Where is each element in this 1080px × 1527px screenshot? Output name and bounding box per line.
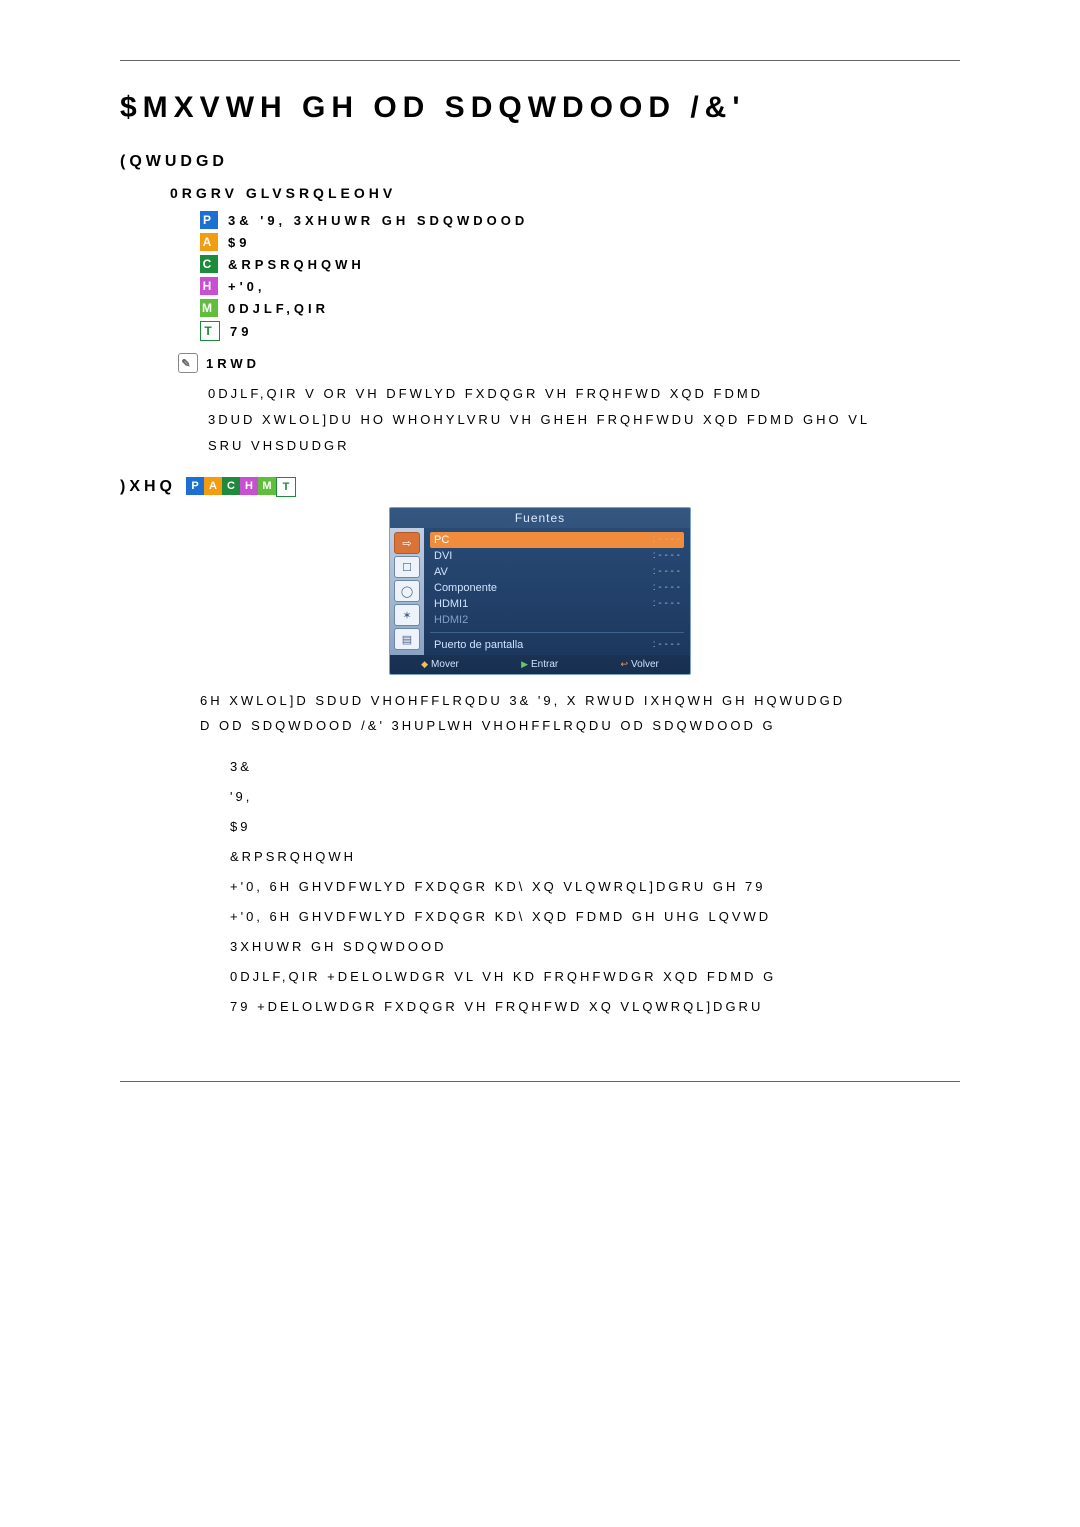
num-item-5: +'0, 6H GHVDFWLYD FXDQGR KD\ XQ VLQWRQL]… [230, 872, 960, 902]
badge-p-icon: P [186, 477, 204, 495]
osd-row-value: : - - - - [653, 550, 680, 562]
osd-row-label: Componente [434, 582, 497, 594]
note-line-1: 0DJLF,QIR V OR VH DFWLYD FXDQGR VH FRQHF… [208, 381, 960, 407]
osd-row: HDMI1 : - - - - [430, 596, 684, 612]
osd-tab-icon: ◯ [394, 580, 420, 602]
osd-body: ⇨ ☐ ◯ ✶ ▤ PC : - - - - DVI : - - - - [390, 528, 690, 655]
osd-panel: Fuentes ⇨ ☐ ◯ ✶ ▤ PC : - - - - DVI [389, 507, 691, 675]
osd-row: PC : - - - - [430, 532, 684, 548]
para1-line1: 6H XWLOL]D SDUD VHOHFFLRQDU 3& '9, X RWU… [200, 689, 960, 714]
num-item-7: 3XHUWR GH SDQWDOOD [230, 932, 960, 962]
mode-row-m: M 0DJLF,QIR [200, 299, 960, 317]
osd-tab-icon: ⇨ [394, 532, 420, 554]
osd-row-label: AV [434, 566, 448, 578]
mode-row-p: P 3& '9, 3XHUWR GH SDQWDOOD [200, 211, 960, 229]
osd-row-value: : - - - - [653, 582, 680, 594]
section-entrada: (QWUDGD [120, 153, 960, 171]
osd-row: Componente : - - - - [430, 580, 684, 596]
note-body: 0DJLF,QIR V OR VH DFWLYD FXDQGR VH FRQHF… [208, 381, 960, 459]
osd-row-label: HDMI1 [434, 598, 468, 610]
badge-t-icon: T [276, 477, 296, 497]
mode-row-c: C &RPSRQHQWH [200, 255, 960, 273]
badge-c-icon: C [200, 255, 218, 273]
mode-row-a: A $9 [200, 233, 960, 251]
osd-tab-icon: ▤ [394, 628, 420, 650]
note-title-row: ✎ 1RWD [178, 353, 960, 373]
rule-bottom [120, 1081, 960, 1082]
badge-p-icon: P [200, 211, 218, 229]
mode-c-label: &RPSRQHQWH [228, 257, 365, 272]
badge-h-icon: H [240, 477, 258, 495]
osd-row-label: PC [434, 534, 449, 546]
mode-row-h: H +'0, [200, 277, 960, 295]
osd-row-value: : - - - - [653, 534, 680, 546]
mode-t-label: 79 [230, 324, 252, 339]
osd-row-label: Puerto de pantalla [434, 639, 523, 651]
osd-footer-mover: Mover [421, 659, 459, 670]
fuente-heading-text: )XHQ [120, 478, 176, 496]
para1-line2: D OD SDQWDOOD /&' 3HUPLWH VHOHFFLRQDU OD… [200, 714, 960, 739]
osd-footer-volver: Volver [621, 659, 659, 670]
paragraph-1: 6H XWLOL]D SDUD VHOHFFLRQDU 3& '9, X RWU… [200, 689, 960, 738]
osd-left-tabs: ⇨ ☐ ◯ ✶ ▤ [390, 528, 424, 655]
mode-m-label: 0DJLF,QIR [228, 301, 329, 316]
osd-row-label: HDMI2 [434, 614, 468, 626]
page-title: $MXVWH GH OD SDQWDOOD /&' [120, 91, 960, 125]
fuente-badges: P A C H M T [186, 477, 296, 497]
badge-m-icon: M [258, 477, 276, 495]
num-item-6: +'0, 6H GHVDFWLYD FXDQGR KD\ XQD FDMD GH… [230, 902, 960, 932]
mode-row-t: T 79 [200, 321, 960, 341]
num-item-1: 3& [230, 752, 960, 782]
osd-title: Fuentes [390, 508, 690, 528]
badge-m-icon: M [200, 299, 218, 317]
osd-row: Puerto de pantalla : - - - - [430, 637, 684, 653]
rule-top [120, 60, 960, 61]
osd-row: AV : - - - - [430, 564, 684, 580]
num-item-2: '9, [230, 782, 960, 812]
badge-h-icon: H [200, 277, 218, 295]
num-item-3: $9 [230, 812, 960, 842]
badge-t-icon: T [200, 321, 220, 341]
osd-row-value: : - - - - [653, 566, 680, 578]
fuente-heading: )XHQ P A C H M T [120, 477, 960, 497]
note-line-2: 3DUD XWLOL]DU HO WHOHYLVRU VH GHEH FRQHF… [208, 407, 960, 433]
modes-list: P 3& '9, 3XHUWR GH SDQWDOOD A $9 C &RPSR… [200, 211, 960, 341]
mode-p-label: 3& '9, 3XHUWR GH SDQWDOOD [228, 213, 528, 228]
note-block: ✎ 1RWD 0DJLF,QIR V OR VH DFWLYD FXDQGR V… [178, 353, 960, 459]
osd-row: HDMI2 [430, 612, 684, 628]
num-item-9: 79 +DELOLWDGR FXDQGR VH FRQHFWD XQ VLQWR… [230, 992, 960, 1022]
numbered-list: 3& '9, $9 &RPSRQHQWH +'0, 6H GHVDFWLYD F… [230, 752, 960, 1021]
osd-footer-entrar: Entrar [521, 659, 558, 670]
mode-a-label: $9 [228, 235, 250, 250]
osd-row-label: DVI [434, 550, 452, 562]
note-line-3: SRU VHSDUDGR [208, 433, 960, 459]
badge-a-icon: A [200, 233, 218, 251]
osd-row-value: : - - - - [653, 598, 680, 610]
badge-a-icon: A [204, 477, 222, 495]
osd-separator [430, 632, 684, 633]
note-title: 1RWD [206, 356, 260, 371]
mode-h-label: +'0, [228, 279, 266, 294]
note-icon: ✎ [178, 353, 198, 373]
document-page: $MXVWH GH OD SDQWDOOD /&' (QWUDGD 0RGRV … [0, 0, 1080, 1122]
section-modos: 0RGRV GLVSRQLEOHV [170, 185, 960, 201]
osd-screenshot: Fuentes ⇨ ☐ ◯ ✶ ▤ PC : - - - - DVI [120, 507, 960, 675]
num-item-8: 0DJLF,QIR +DELOLWDGR VL VH KD FRQHFWDGR … [230, 962, 960, 992]
osd-tab-icon: ☐ [394, 556, 420, 578]
osd-footer: Mover Entrar Volver [390, 655, 690, 674]
osd-right-list: PC : - - - - DVI : - - - - AV : - - - - … [424, 528, 690, 655]
num-item-4: &RPSRQHQWH [230, 842, 960, 872]
osd-tab-icon: ✶ [394, 604, 420, 626]
badge-c-icon: C [222, 477, 240, 495]
osd-row-value: : - - - - [653, 639, 680, 651]
osd-row: DVI : - - - - [430, 548, 684, 564]
